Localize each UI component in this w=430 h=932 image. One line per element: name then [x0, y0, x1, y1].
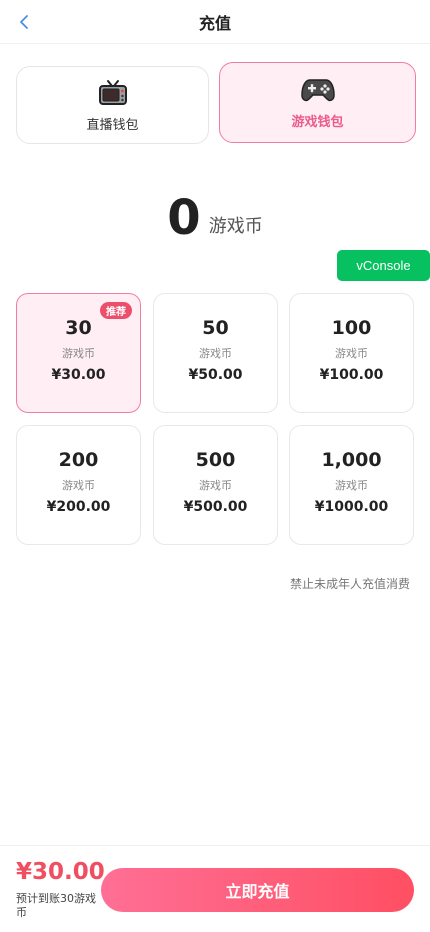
balance-unit: 游戏币	[208, 216, 263, 237]
wallet-tab-label: 游戏钱包	[291, 115, 344, 130]
package-coins: 30	[65, 317, 92, 339]
checkout-bar: ¥30.00 预计到账30游戏币 立即充值	[0, 845, 430, 932]
wallet-tab-live[interactable]: 直播钱包	[16, 66, 209, 144]
balance-value: 0	[167, 190, 201, 246]
minor-notice: 禁止未成年人充值消费	[289, 577, 410, 591]
package-price: ¥50.00	[188, 367, 243, 383]
package-price: ¥500.00	[183, 499, 248, 515]
package-unit: 游戏币	[199, 479, 232, 492]
wallet-tab-game[interactable]: 游戏钱包	[219, 62, 416, 143]
package-unit: 游戏币	[199, 347, 232, 360]
package-coins: 50	[202, 317, 229, 339]
chevron-left-icon	[20, 15, 28, 29]
package-price: ¥30.00	[51, 367, 106, 383]
package-unit: 游戏币	[335, 347, 368, 360]
estimate-text: 预计到账30游戏币	[16, 892, 96, 919]
gamepad-icon	[300, 75, 335, 105]
page-title: 充值	[198, 13, 231, 33]
header-bar: 充值	[0, 0, 430, 44]
package-card-500[interactable]: 500 游戏币 ¥500.00	[153, 425, 278, 545]
package-card-100[interactable]: 100 游戏币 ¥100.00	[289, 293, 414, 413]
package-card-50[interactable]: 50 游戏币 ¥50.00	[153, 293, 278, 413]
coin-balance: 0 游戏币	[0, 186, 430, 246]
recommend-badge: 推荐	[100, 302, 132, 319]
package-card-30[interactable]: 推荐 30 游戏币 ¥30.00	[16, 293, 141, 413]
recharge-button[interactable]: 立即充值	[101, 868, 414, 912]
back-button[interactable]	[12, 10, 36, 34]
total-price: ¥30.00	[16, 859, 105, 885]
package-unit: 游戏币	[62, 347, 95, 360]
vconsole-button[interactable]: vConsole	[337, 250, 430, 281]
package-unit: 游戏币	[335, 479, 368, 492]
package-card-200[interactable]: 200 游戏币 ¥200.00	[16, 425, 141, 545]
package-coins: 100	[331, 317, 372, 339]
package-unit: 游戏币	[62, 479, 95, 492]
package-coins: 200	[58, 449, 99, 471]
package-price: ¥1000.00	[314, 499, 389, 515]
package-price: ¥100.00	[319, 367, 384, 383]
package-price: ¥200.00	[46, 499, 111, 515]
package-coins: 1,000	[321, 449, 382, 471]
wallet-tab-label: 直播钱包	[86, 117, 139, 133]
package-card-1000[interactable]: 1,000 游戏币 ¥1000.00	[289, 425, 414, 545]
tv-icon	[98, 78, 128, 108]
package-coins: 500	[195, 449, 236, 471]
